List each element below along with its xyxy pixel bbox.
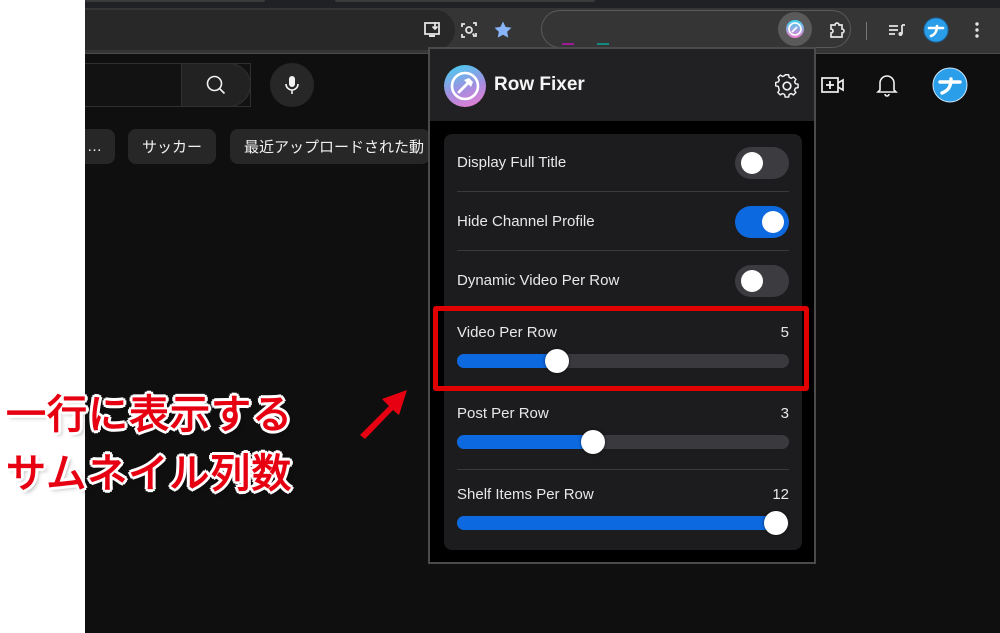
- create-video-icon[interactable]: [816, 68, 850, 102]
- tab[interactable]: [85, 0, 265, 2]
- tab-indicator: [597, 43, 609, 45]
- slider-value: 3: [780, 405, 789, 422]
- toolbar-divider: [866, 22, 867, 40]
- filter-chip[interactable]: 最近アップロードされた動: [230, 129, 430, 164]
- slider-thumb[interactable]: [763, 511, 788, 535]
- microphone-icon: [285, 76, 299, 94]
- google-lens-icon[interactable]: [458, 19, 480, 41]
- tab[interactable]: [335, 0, 595, 2]
- setting-display-full-title: Display Full Title: [457, 147, 789, 179]
- setting-label: Post Per Row: [457, 405, 549, 422]
- row-divider: [457, 250, 789, 251]
- page-margin: [0, 0, 85, 633]
- filter-chip[interactable]: サッカー: [128, 129, 217, 164]
- filter-chip[interactable]: …: [85, 129, 115, 164]
- slider-fill: [457, 516, 776, 530]
- youtube-search-button[interactable]: [181, 63, 251, 107]
- more-menu-icon[interactable]: [966, 19, 988, 41]
- install-app-icon[interactable]: [422, 19, 444, 41]
- search-icon: [206, 75, 226, 95]
- slider-value: 12: [772, 486, 789, 503]
- setting-hide-channel-profile: Hide Channel Profile: [457, 206, 789, 238]
- row-fixer-logo: [444, 65, 486, 107]
- post-per-row-slider[interactable]: [457, 430, 789, 454]
- tab-strip: [85, 0, 1000, 8]
- shelf-items-per-row-slider[interactable]: [457, 511, 789, 535]
- setting-dynamic-video-per-row: Dynamic Video Per Row: [457, 265, 789, 297]
- annotation-arrow: [360, 390, 407, 439]
- setting-post-per-row: Post Per Row 3: [457, 405, 789, 455]
- setting-label: Hide Channel Profile: [457, 213, 595, 230]
- setting-label: Dynamic Video Per Row: [457, 272, 620, 289]
- row-divider: [457, 469, 789, 470]
- toggle-knob: [762, 211, 784, 233]
- extensions-puzzle-icon[interactable]: [826, 19, 848, 41]
- highlight-box: [433, 306, 809, 391]
- slider-fill: [457, 435, 594, 449]
- popup-title: Row Fixer: [494, 74, 585, 95]
- display-full-title-toggle[interactable]: [735, 147, 789, 179]
- setting-label: Shelf Items Per Row: [457, 486, 594, 503]
- toggle-knob: [741, 152, 763, 174]
- bookmark-star-icon[interactable]: [492, 19, 514, 41]
- chip-label: 最近アップロードされた動: [244, 139, 425, 156]
- tab-indicator: [562, 43, 574, 45]
- hide-channel-profile-toggle[interactable]: [735, 206, 789, 238]
- slider-thumb[interactable]: [581, 430, 606, 454]
- row-divider: [457, 191, 789, 192]
- annotation-line-1: 一行に表示する: [6, 392, 293, 438]
- profile-avatar[interactable]: [923, 17, 949, 43]
- setting-label: Display Full Title: [457, 154, 567, 171]
- hammer-icon: [450, 71, 480, 101]
- popup-header: Row Fixer: [430, 49, 814, 121]
- address-bar[interactable]: [85, 10, 455, 50]
- toggle-knob: [741, 270, 763, 292]
- account-avatar[interactable]: [932, 67, 968, 103]
- setting-shelf-items-per-row: Shelf Items Per Row 12: [457, 486, 789, 536]
- row-fixer-extension-icon[interactable]: [778, 12, 812, 46]
- gear-icon[interactable]: [774, 73, 800, 99]
- notifications-bell-icon[interactable]: [870, 68, 904, 102]
- voice-search-button[interactable]: [270, 63, 314, 107]
- media-controls-icon[interactable]: [886, 19, 908, 41]
- chip-label: …: [87, 138, 102, 155]
- chip-label: サッカー: [142, 139, 203, 156]
- annotation-line-2: サムネイル列数: [6, 451, 293, 497]
- dynamic-video-per-row-toggle[interactable]: [735, 265, 789, 297]
